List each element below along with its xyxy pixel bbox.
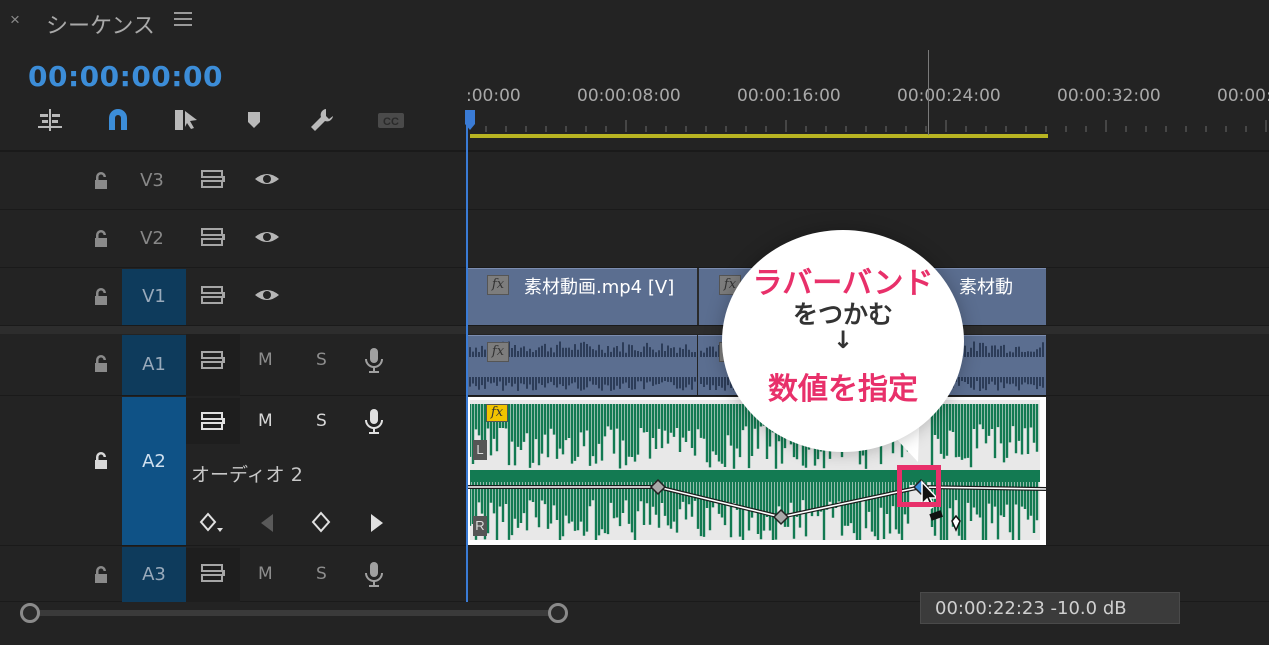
prev-keyframe-icon[interactable] (258, 512, 278, 534)
track-target-v3[interactable]: V3 (120, 152, 184, 210)
toggle-output-eye-icon[interactable] (253, 284, 281, 306)
callout-line-3: 数値を指定 (768, 372, 918, 407)
toggle-output-eye-icon[interactable] (253, 168, 281, 190)
mute-button[interactable]: M (258, 350, 273, 370)
clip-name: 素材動 (959, 277, 1013, 298)
next-keyframe-icon[interactable] (366, 512, 386, 534)
sync-lock-icon[interactable] (200, 226, 228, 248)
keyframe-value-tooltip: 00:00:22:23 -10.0 dB (920, 592, 1180, 624)
lock-icon[interactable] (93, 566, 109, 584)
clip-name: 素材動画.mp4 [V] (524, 277, 675, 298)
lock-icon[interactable] (93, 288, 109, 306)
zoom-scrollbar[interactable] (30, 610, 560, 616)
keyframe-menu-icon[interactable] (199, 510, 227, 536)
nest-sequence-icon[interactable] (34, 104, 66, 136)
ruler-label: :00:00 (466, 86, 521, 106)
voiceover-mic-icon[interactable] (362, 346, 386, 374)
hover-time-line (928, 50, 929, 135)
voiceover-mic-icon[interactable] (362, 407, 386, 435)
captions-cc-icon[interactable]: CC (374, 104, 406, 136)
callout-arrow: ↓ (832, 326, 854, 354)
scrollbar-right-handle[interactable] (548, 603, 568, 623)
linked-selection-icon[interactable] (170, 104, 202, 136)
track-name-a2[interactable]: オーディオ 2 (191, 460, 303, 487)
ruler-label: 00:00:24:00 (897, 86, 1001, 106)
keyframe-diamond (772, 508, 790, 526)
ruler-label: 00:00:16:00 (737, 86, 841, 106)
fx-badge[interactable]: fx (487, 342, 509, 362)
snap-magnet-icon[interactable] (102, 104, 134, 136)
track-row-v3 (0, 152, 1269, 210)
keyframe-diamond (649, 478, 667, 496)
track-target-v2[interactable]: V2 (120, 210, 184, 268)
playhead-line[interactable] (466, 120, 468, 602)
toggle-output-eye-icon[interactable] (253, 226, 281, 248)
sync-lock-icon[interactable] (200, 410, 228, 432)
lock-icon[interactable] (93, 452, 109, 470)
ruler-label: 00:00:32:00 (1057, 86, 1161, 106)
svg-text:CC: CC (383, 116, 399, 128)
ruler-label: 00:00:08:00 (577, 86, 681, 106)
voiceover-mic-icon[interactable] (362, 560, 386, 588)
sync-lock-icon[interactable] (200, 349, 228, 371)
playhead-handle[interactable] (464, 110, 476, 130)
close-icon[interactable]: × (10, 10, 20, 30)
track-target-a3[interactable]: A3 (122, 547, 186, 602)
fx-badge[interactable]: fx (487, 275, 509, 295)
playhead-timecode[interactable]: 00:00:00:00 (28, 60, 223, 93)
sync-lock-icon[interactable] (200, 562, 228, 584)
ruler-label: 00:00: (1217, 86, 1269, 106)
lock-icon[interactable] (93, 230, 109, 248)
solo-button[interactable]: S (316, 564, 327, 584)
mute-button[interactable]: M (258, 411, 273, 431)
sync-lock-icon[interactable] (200, 284, 228, 306)
mute-button[interactable]: M (258, 564, 273, 584)
highlight-box (897, 465, 941, 507)
track-target-a2[interactable]: A2 (122, 397, 186, 545)
panel-menu-icon[interactable] (174, 12, 192, 28)
add-marker-icon[interactable] (238, 104, 270, 136)
sync-lock-icon[interactable] (200, 168, 228, 190)
scrollbar-left-handle[interactable] (20, 603, 40, 623)
lock-icon[interactable] (93, 355, 109, 373)
timeline-settings-wrench-icon[interactable] (306, 104, 338, 136)
track-target-v1[interactable]: V1 (122, 269, 186, 325)
panel-title: シーケンス (46, 14, 155, 39)
solo-button[interactable]: S (316, 411, 327, 431)
add-keyframe-icon[interactable] (310, 510, 332, 534)
track-row-v2 (0, 210, 1269, 268)
video-audio-divider[interactable] (0, 326, 1269, 334)
work-area-bar[interactable] (470, 134, 1048, 138)
solo-button[interactable]: S (316, 350, 327, 370)
lock-icon[interactable] (93, 172, 109, 190)
clip-edit-point[interactable] (697, 268, 699, 325)
track-target-a1[interactable]: A1 (122, 335, 186, 395)
